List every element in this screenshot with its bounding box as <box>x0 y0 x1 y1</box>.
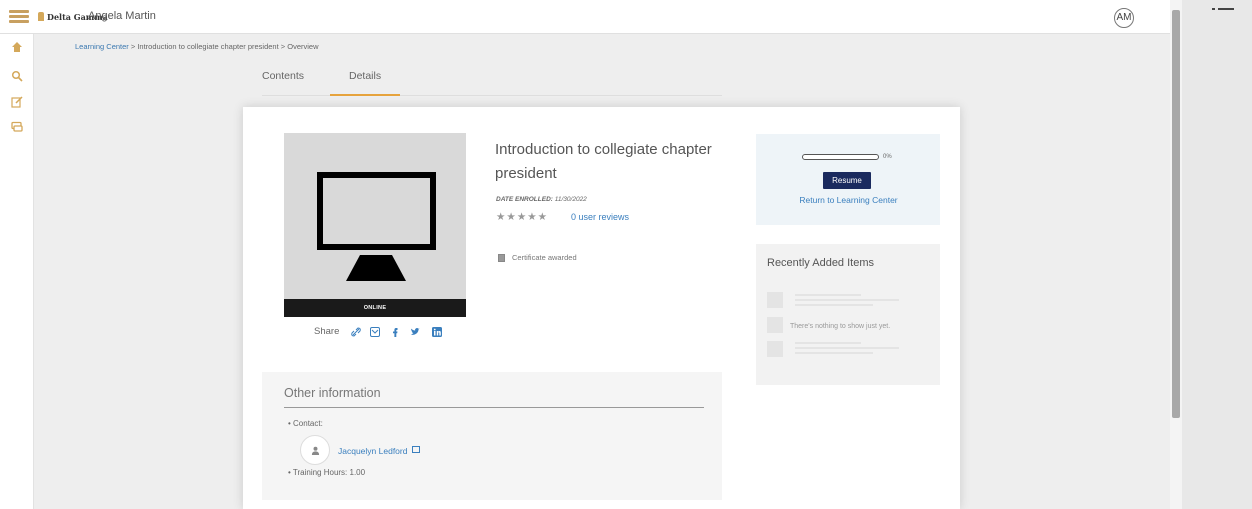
mail-icon[interactable] <box>412 446 420 453</box>
progress-bar <box>802 154 879 160</box>
breadcrumb-rest: > Introduction to collegiate chapter pre… <box>128 42 319 51</box>
monitor-icon <box>317 172 436 250</box>
progress-percent: 0% <box>883 154 892 160</box>
contact-label-text: Contact: <box>293 419 323 428</box>
edit-icon[interactable] <box>11 96 23 108</box>
chat-icon[interactable] <box>11 121 23 133</box>
recently-added-empty-text: There's nothing to show just yet. <box>790 323 891 330</box>
recently-added-title: Recently Added Items <box>767 257 875 269</box>
return-to-learning-center-link[interactable]: Return to Learning Center <box>785 195 912 205</box>
search-icon[interactable] <box>11 70 23 82</box>
linkedin-icon[interactable] <box>432 327 442 337</box>
scrollbar-thumb[interactable] <box>1172 10 1180 418</box>
share-label: Share <box>314 326 340 337</box>
course-title: Introduction to collegiate chapter presi… <box>495 141 712 182</box>
menu-icon[interactable] <box>9 10 29 24</box>
contact-avatar <box>300 435 330 465</box>
right-panel-dash <box>1218 8 1234 10</box>
certificate-text: Certificate awarded <box>512 253 577 262</box>
user-reviews-link[interactable]: 0 user reviews <box>571 212 629 222</box>
placeholder-thumb <box>767 292 783 308</box>
top-bar: Delta Gamma Angela Martin AM <box>0 0 1170 34</box>
user-name: Angela Martin <box>88 10 156 22</box>
monitor-stand-icon <box>346 255 406 281</box>
training-hours-text: Training Hours: 1.00 <box>292 468 366 477</box>
placeholder-thumb <box>767 317 783 333</box>
home-icon[interactable] <box>11 41 23 53</box>
breadcrumb-learning-center[interactable]: Learning Center <box>75 42 129 51</box>
date-enrolled-value: 11/30/2022 <box>554 196 587 203</box>
rating-stars: ★★★★★ <box>496 211 549 223</box>
other-information-title: Other information <box>284 386 381 400</box>
contact-label: • Contact: <box>288 419 323 428</box>
placeholder-thumb <box>767 341 783 357</box>
placeholder-line <box>795 347 899 349</box>
link-icon[interactable] <box>351 327 361 337</box>
other-information-divider <box>284 407 704 408</box>
tab-details[interactable]: Details <box>349 70 381 82</box>
placeholder-line <box>795 304 873 306</box>
placeholder-line <box>795 352 873 354</box>
placeholder-line <box>795 299 899 301</box>
breadcrumb: Learning Center > Introduction to colleg… <box>75 42 319 51</box>
certificate-icon <box>498 254 505 262</box>
active-tab-indicator <box>330 94 400 96</box>
twitter-icon[interactable] <box>410 327 420 337</box>
right-panel-dot <box>1212 8 1215 10</box>
date-enrolled: DATE ENROLLED: 11/30/2022 <box>496 196 587 203</box>
training-hours: • Training Hours: 1.00 <box>288 468 366 477</box>
placeholder-line <box>795 342 861 344</box>
right-panel <box>1182 0 1252 509</box>
placeholder-line <box>795 294 861 296</box>
contact-name-link[interactable]: Jacquelyn Ledford <box>338 446 407 456</box>
thumbnail-label: ONLINE <box>284 299 466 317</box>
user-avatar[interactable]: AM <box>1114 8 1134 28</box>
tab-contents[interactable]: Contents <box>262 70 304 82</box>
email-icon[interactable] <box>370 327 380 337</box>
facebook-icon[interactable] <box>390 327 400 337</box>
resume-button[interactable]: Resume <box>823 172 871 189</box>
user-icon <box>311 446 320 455</box>
date-enrolled-label: DATE ENROLLED: <box>496 196 553 203</box>
